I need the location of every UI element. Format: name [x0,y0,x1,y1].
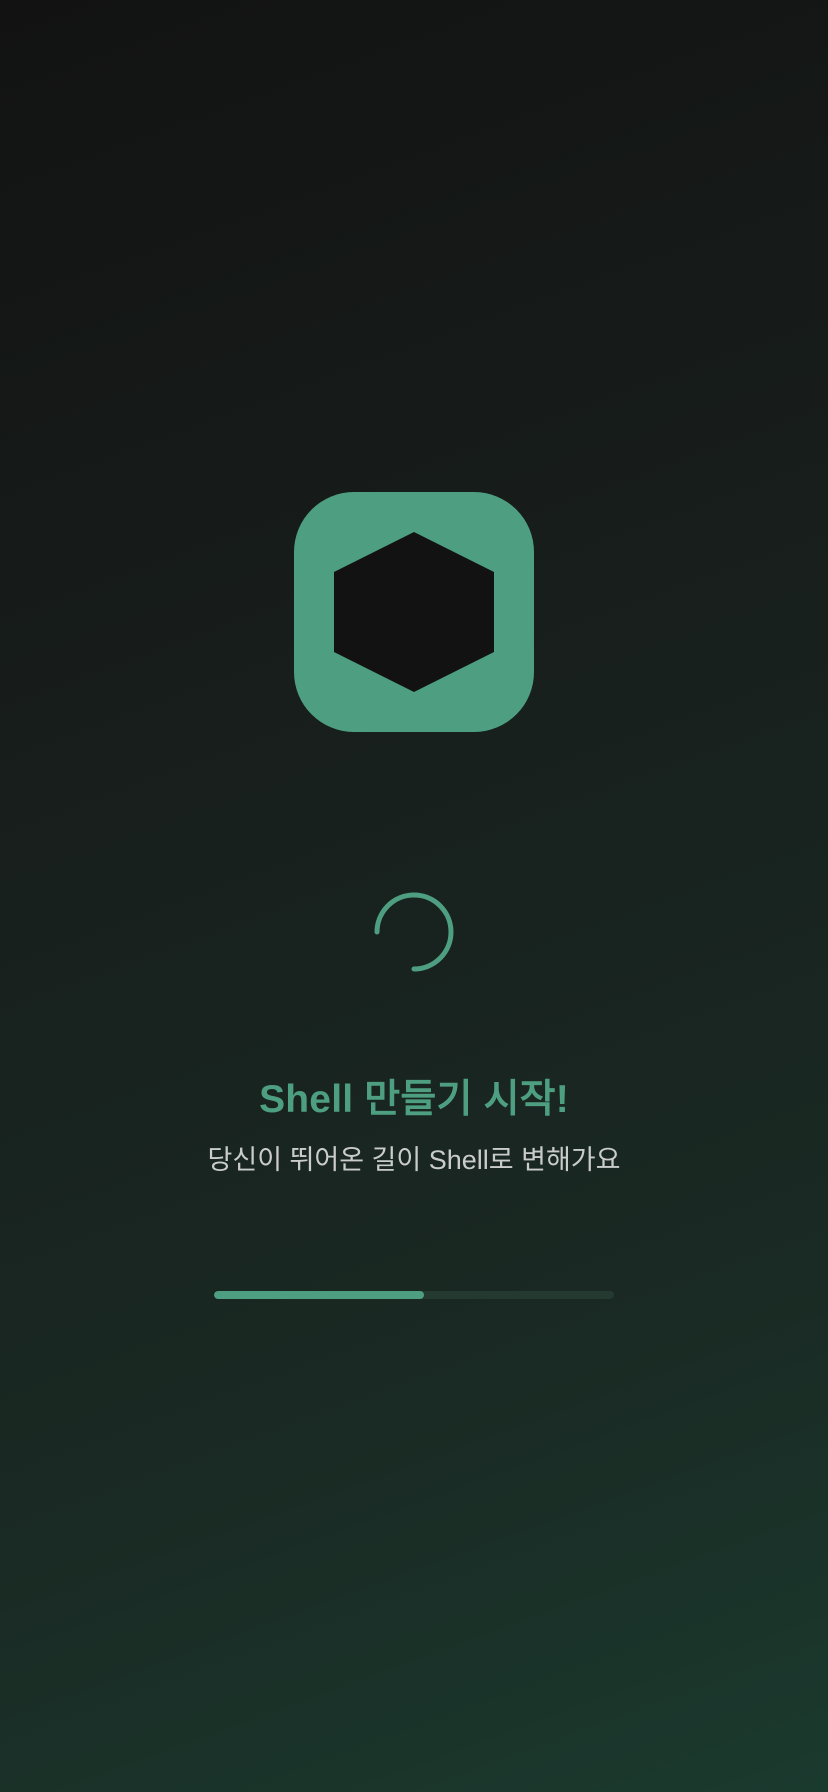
app-logo [294,492,534,732]
hexagon-icon [334,532,494,692]
splash-screen: Shell 만들기 시작! 당신이 뛰어온 길이 Shell로 변해가요 [0,0,828,1792]
splash-subtitle: 당신이 뛰어온 길이 Shell로 변해가요 [207,1145,621,1175]
progress-bar [214,1291,614,1299]
splash-title: Shell 만들기 시작! [259,1078,569,1121]
progress-bar-fill [214,1291,424,1299]
loading-spinner-icon [374,892,454,972]
